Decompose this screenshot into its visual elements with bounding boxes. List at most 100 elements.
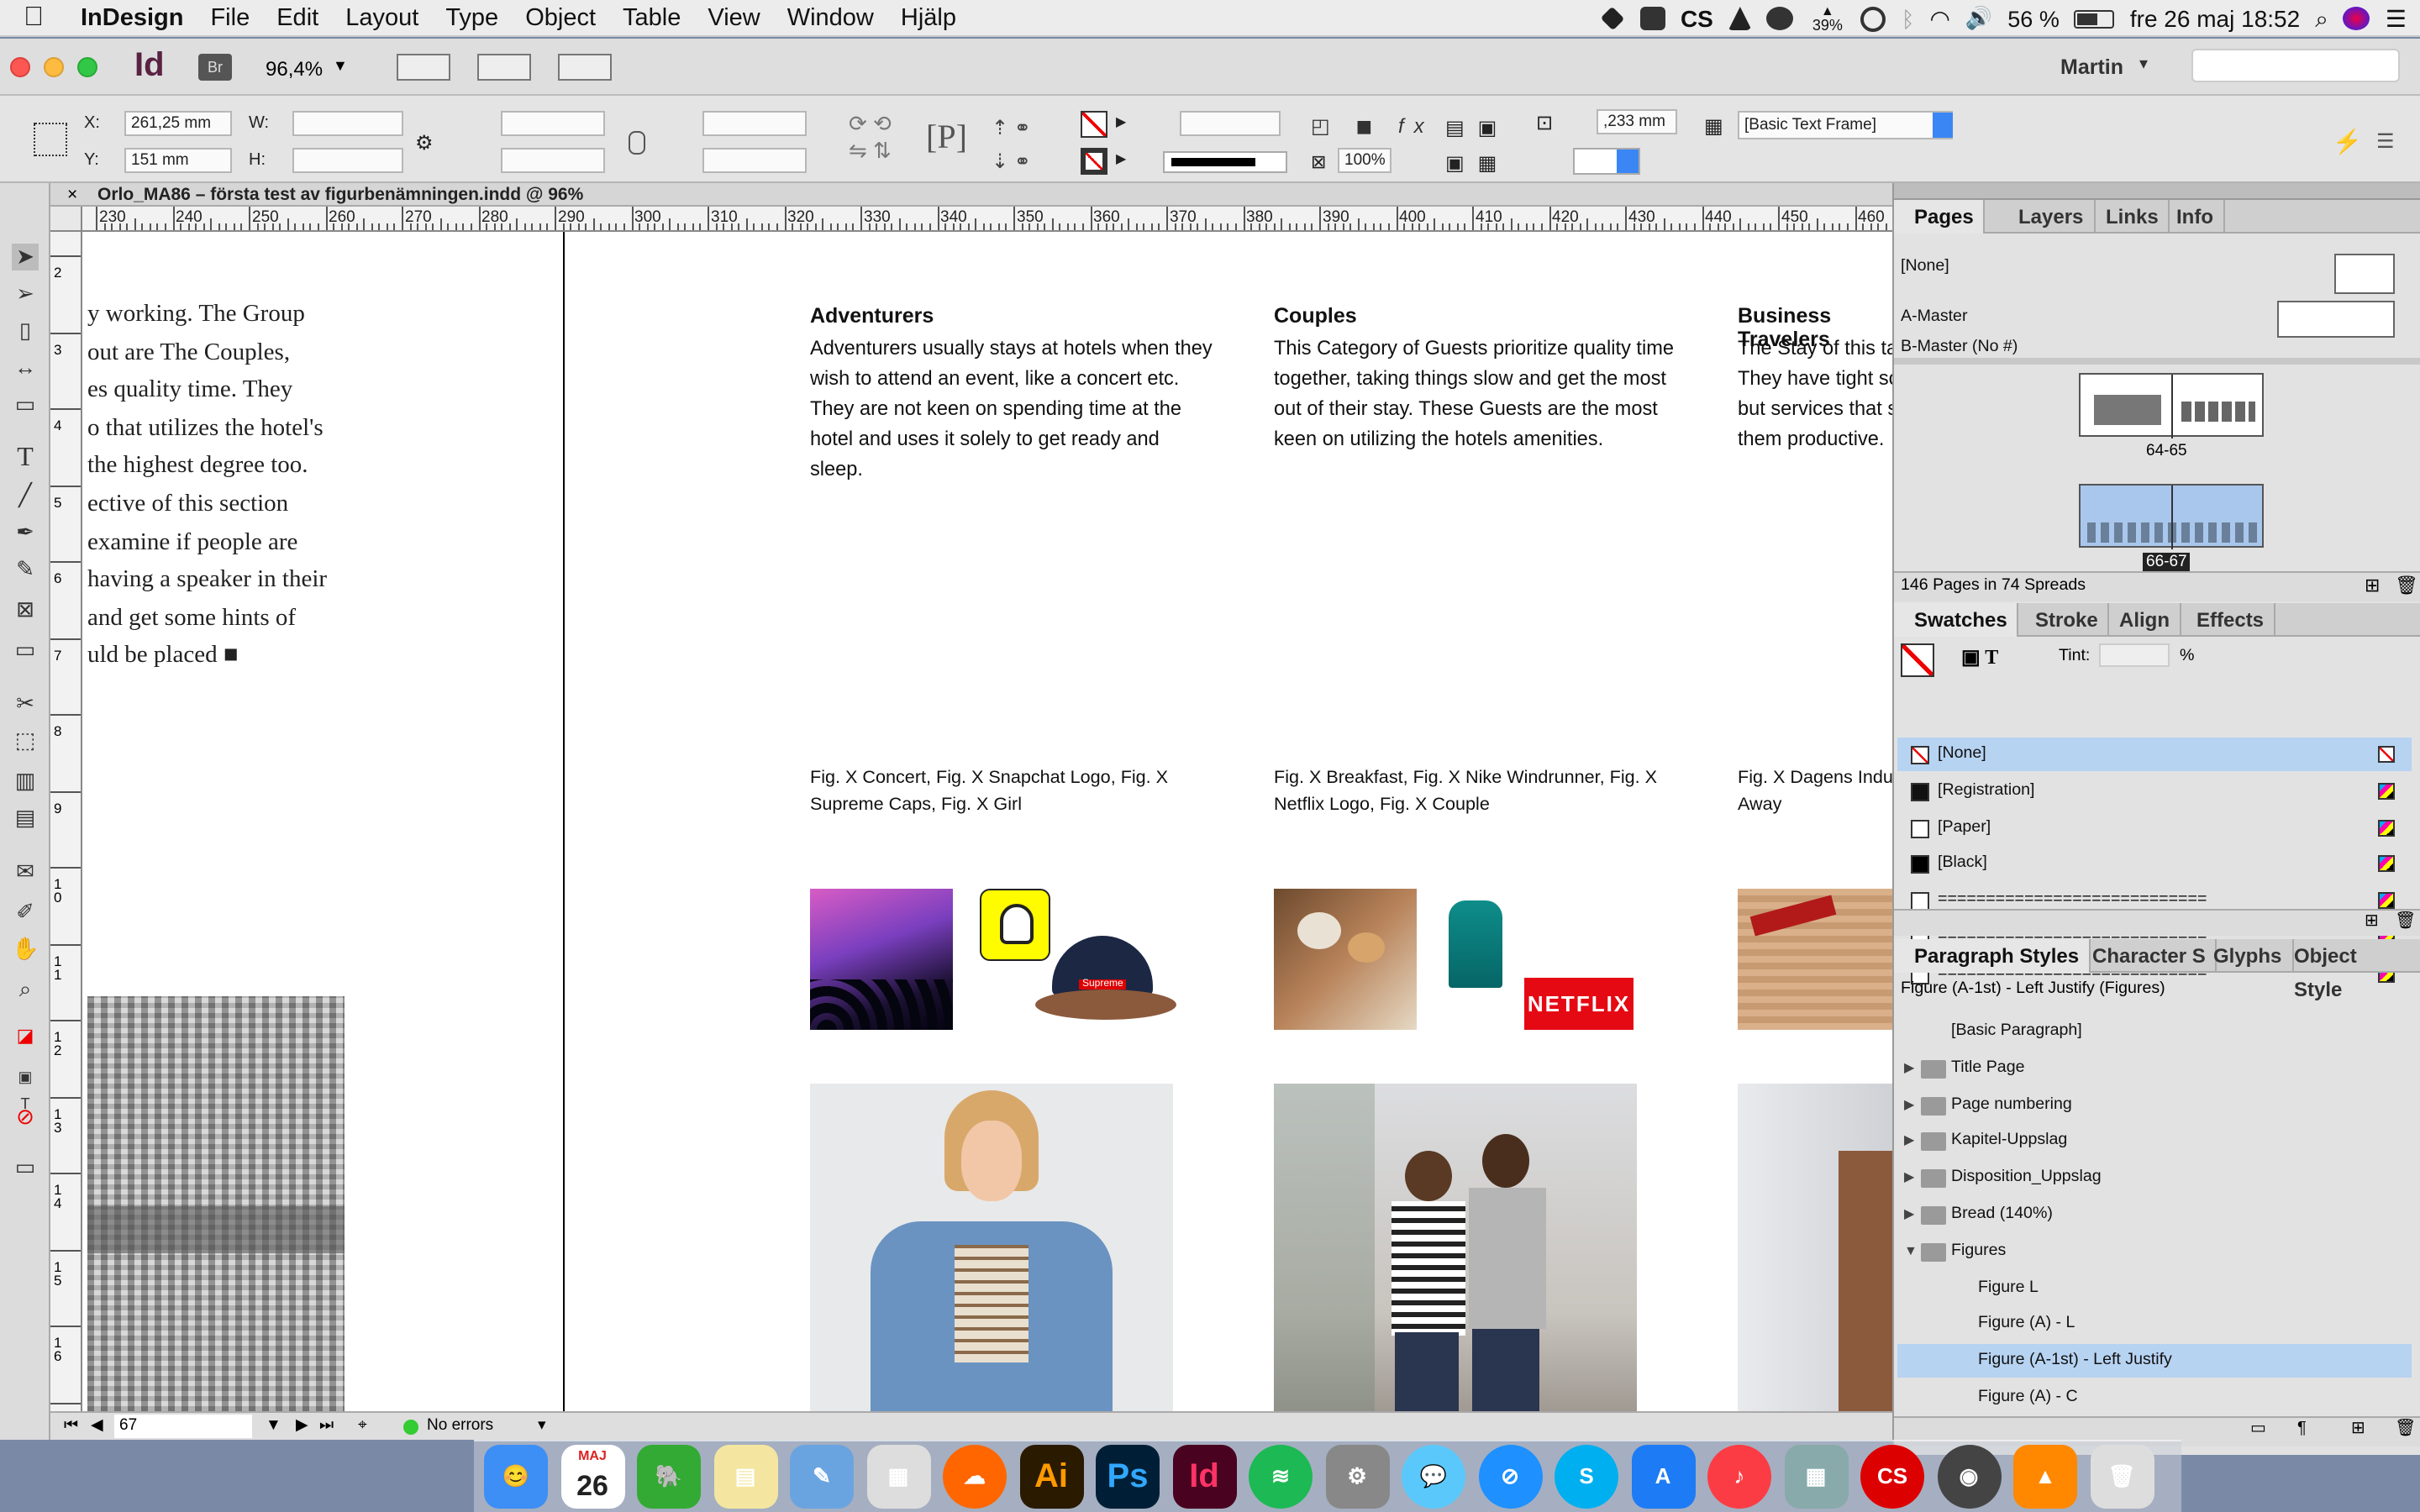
fill-arrow-icon[interactable]: ▶ [1116,114,1126,129]
close-window-button[interactable] [10,57,30,77]
rotation-field[interactable] [702,111,807,136]
page-tool-icon[interactable]: ▯ [12,318,39,344]
gradient-feather-tool-icon[interactable]: ▤ [12,805,39,832]
new-swatch-icon[interactable]: ⊞ [2365,912,2379,931]
tab-layers[interactable]: Layers [2008,200,2096,234]
style-row[interactable]: ▶ Page numbering [1897,1088,2412,1121]
document-canvas[interactable]: y working. The Group out are The Couples,… [82,232,1892,1411]
col-couples-heading[interactable]: Couples [1274,304,1357,328]
zoom-level[interactable]: 96,4% [266,57,323,81]
bridge-button[interactable]: Br [198,54,232,81]
dock-calendar-icon[interactable]: MAJ 26 [560,1445,624,1509]
col-couples-caption[interactable]: Fig. X Breakfast, Fig. X Nike Windrunner… [1274,764,1686,818]
couple-image[interactable] [1274,1084,1637,1411]
prev-page-icon[interactable]: ◀ [91,1413,103,1440]
tab-glyphs[interactable]: Glyphs [2203,939,2294,973]
zoom-window-button[interactable] [77,57,97,77]
apple-icon[interactable]:  [0,3,67,33]
free-transform-tool-icon[interactable]: ⬚ [12,727,39,754]
tab-align[interactable]: Align [2109,603,2181,637]
menu-app[interactable]: InDesign [67,4,197,31]
dock-notes-icon[interactable]: ▤ [713,1445,777,1509]
arrange-documents-icon[interactable] [558,54,612,81]
user-menu-chevron-icon[interactable]: ▾ [2139,55,2148,74]
menu-object[interactable]: Object [512,4,609,31]
dock-skype-icon[interactable]: S [1555,1445,1618,1509]
menu-file[interactable]: File [197,4,263,31]
delete-swatch-icon[interactable]: 🗑 [2395,912,2416,931]
fill-stroke-icon[interactable]: ◪ [12,1023,39,1050]
new-style-group-icon[interactable]: ▭ [2250,1420,2266,1438]
frame-size-field[interactable]: ,233 mm [1597,109,1677,134]
gap-tool-icon[interactable]: ↔ [12,354,39,381]
opacity-field[interactable]: 100% [1338,148,1392,173]
dock-photos-library-icon[interactable]: ▦ [1784,1445,1848,1509]
dock-spotify-icon[interactable]: ≋ [1249,1445,1313,1509]
menu-view[interactable]: View [694,4,773,31]
disclosure-triangle-icon[interactable]: ▶ [1904,1198,1921,1231]
master-a[interactable]: A-Master [1897,301,2412,338]
type-tool-icon[interactable]: T [12,444,39,472]
tab-info[interactable]: Info [2166,200,2225,234]
stroke-arrow-icon[interactable]: ▶ [1116,151,1126,166]
dock-vlc-icon[interactable]: ▲ [2013,1445,2077,1509]
disclosure-triangle-icon[interactable]: ▼ [1904,1235,1921,1268]
link-scale-icon[interactable] [629,131,645,155]
tab-effects[interactable]: Effects [2186,603,2276,637]
cs-icon[interactable]: CS [1681,5,1713,32]
object-style-icon[interactable]: ▦ [1704,114,1723,138]
dock-preview-icon[interactable]: ✎ [790,1445,854,1509]
document-tab[interactable]: Orlo_MA86 – första test av figurbenämnin… [97,183,583,207]
shear-field[interactable] [702,148,807,173]
col-adventurers-caption[interactable]: Fig. X Concert, Fig. X Snapchat Logo, Fi… [810,764,1222,818]
scale-x-field[interactable] [501,111,605,136]
volume-icon[interactable]: 🔊 [1965,5,1992,32]
screen-mode-icon[interactable] [477,54,531,81]
tab-stroke[interactable]: Stroke [2025,603,2110,637]
dock-safari-icon[interactable]: ⊘ [1478,1445,1542,1509]
spread-66-67-thumb[interactable] [2079,484,2264,549]
supreme-cap-image[interactable]: Supreme [1035,932,1176,1030]
dock-finder-icon[interactable]: 😊 [484,1445,548,1509]
master-b[interactable]: B-Master (No #) [1897,338,2412,358]
tab-paragraph-styles[interactable]: Paragraph Styles [1894,939,2091,973]
text-wrap-icons[interactable]: ▤▣ ▣▦ [1445,111,1510,181]
tab-swatches[interactable]: Swatches [1894,603,2019,637]
disclosure-triangle-icon[interactable]: ▶ [1904,1088,1921,1121]
menu-type[interactable]: Type [432,4,512,31]
style-row[interactable]: Figure (A) - L [1897,1308,2412,1341]
dock-soundcloud-icon[interactable]: ☁ [943,1445,1007,1509]
line-tool-icon[interactable]: ╱ [12,482,39,509]
new-style-icon[interactable]: ⊞ [2351,1420,2365,1438]
menu-edit[interactable]: Edit [263,4,332,31]
control-panel-menu-icon[interactable]: ☰ [2376,129,2395,153]
dock-id-icon[interactable]: Id [1172,1445,1236,1509]
horizontal-ruler[interactable]: 230 240 250 260 270 280 290 300 310 320 330 340 350 3… [82,207,1892,232]
drive-icon[interactable] [1728,7,1752,30]
x-field[interactable]: 261,25 mm [124,111,232,136]
dagens-industri-image[interactable] [1738,889,1892,1030]
dock-ai-icon[interactable]: Ai [1019,1445,1083,1509]
dock-steam-icon[interactable]: ◉ [1937,1445,2001,1509]
style-row[interactable]: Figure L [1897,1271,2412,1305]
disclosure-triangle-icon[interactable]: ▶ [1904,1161,1921,1194]
stroke-type-select[interactable] [1163,151,1287,173]
direct-selection-tool-icon[interactable]: ➢ [12,281,39,307]
clock[interactable]: fre 26 maj 18:52 [2130,5,2300,32]
select-container-icons[interactable]: ⇡ ⚭ ⇣ ⚭ [992,111,1031,178]
zoom-dropdown-icon[interactable]: ▼ [333,57,348,74]
dock-photos-icon[interactable]: ▦ [866,1445,930,1509]
stroke-weight-field[interactable] [1180,111,1281,136]
eyedropper-tool-icon[interactable]: ✐ [12,899,39,926]
swatch-text-icon[interactable]: ▣ T [1961,645,1998,670]
y-field[interactable]: 151 mm [124,148,232,173]
bluetooth-icon[interactable]: ᛒ [1902,6,1915,31]
disclosure-triangle-icon[interactable]: ▶ [1904,1052,1921,1085]
girl-image[interactable] [810,1084,1173,1411]
tab-pages[interactable]: Pages [1894,200,1986,234]
swatch-row[interactable]: [Paper] [1897,811,2412,844]
last-page-icon[interactable]: ⏭ [319,1413,334,1440]
object-style-select[interactable]: [Basic Text Frame] [1738,111,1953,139]
swap-fill-stroke-icon[interactable]: ▣ T [12,1063,39,1112]
dock-messages-icon[interactable]: 💬 [1402,1445,1465,1509]
